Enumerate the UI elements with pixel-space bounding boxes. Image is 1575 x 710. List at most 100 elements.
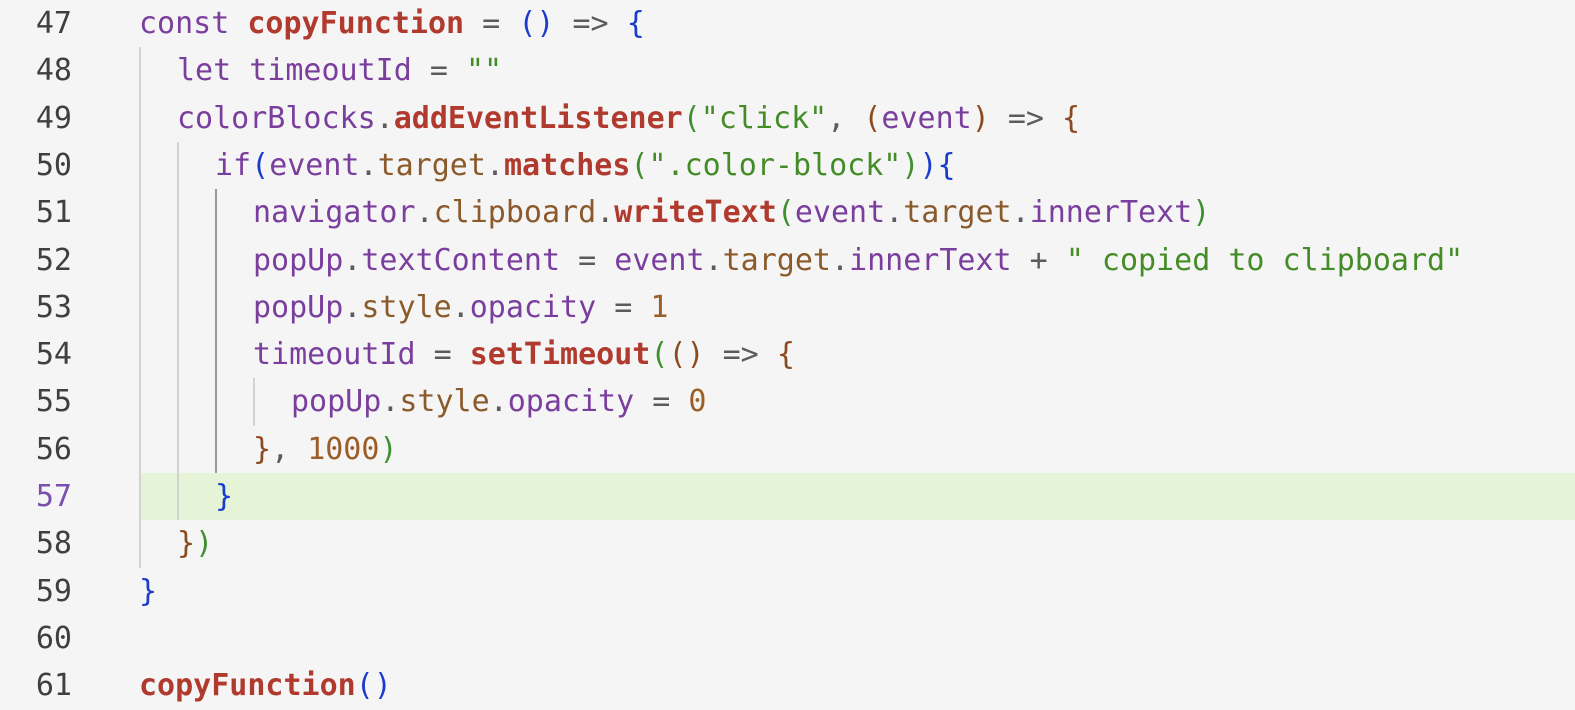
- code-text: if(event.target.matches(".color-block"))…: [215, 142, 956, 189]
- line-number: 61: [35, 668, 72, 704]
- code-token: event: [881, 100, 972, 136]
- code-token: target: [377, 147, 486, 183]
- code-token: "click": [700, 100, 828, 136]
- code-token: addEventListener: [393, 100, 683, 136]
- indent-guide: [253, 378, 255, 426]
- code-line[interactable]: 59}: [0, 568, 1575, 615]
- code-line[interactable]: 49 colorBlocks.addEventListener("click", …: [0, 95, 1575, 142]
- code-token: (: [251, 147, 270, 183]
- code-text: let timeoutId = "": [177, 47, 502, 94]
- code-token: .: [1011, 195, 1030, 231]
- code-line[interactable]: 54 timeoutId = setTimeout(() => {: [0, 331, 1575, 378]
- line-number: 57: [35, 479, 72, 514]
- code-token: =: [415, 337, 470, 373]
- code-token: {: [937, 147, 956, 183]
- code-token: ): [901, 147, 920, 183]
- code-line[interactable]: 61 copyFunction(): [0, 662, 1575, 709]
- code-token: copyFunction: [247, 6, 465, 41]
- code-token: .: [343, 242, 362, 278]
- line-number: 60: [35, 620, 72, 656]
- code-text: popUp.style.opacity = 1: [253, 284, 668, 331]
- code-token: (): [668, 337, 705, 373]
- code-token: event: [269, 147, 360, 183]
- code-token: style: [399, 384, 490, 420]
- code-line[interactable]: 47 const copyFunction = () => {: [0, 0, 1575, 47]
- code-token: timeoutId: [253, 337, 416, 373]
- code-line[interactable]: 56}, 1000): [0, 426, 1575, 473]
- line-number: 49: [35, 100, 72, 136]
- code-line[interactable]: 50 if(event.target.matches(".color-block"…: [0, 142, 1575, 189]
- line-number: 59: [35, 573, 72, 609]
- code-token: navigator: [253, 195, 416, 231]
- code-token: .: [885, 195, 904, 231]
- code-token: =: [596, 289, 651, 325]
- code-token: ".color-block": [648, 147, 902, 183]
- line-number: 51: [35, 195, 72, 231]
- code-token: event: [794, 195, 886, 231]
- code-text: }: [139, 568, 157, 615]
- active-line-highlight: [139, 473, 1575, 521]
- code-token: .: [451, 289, 470, 325]
- line-number: 56: [35, 431, 72, 467]
- code-token: }: [139, 573, 158, 609]
- code-token: .: [485, 147, 504, 183]
- code-line[interactable]: 48 let timeoutId = "": [0, 47, 1575, 94]
- code-line[interactable]: 53 popUp.style.opacity = 1: [0, 284, 1575, 331]
- code-token: {: [626, 6, 645, 41]
- code-line[interactable]: 60: [0, 615, 1575, 662]
- line-number: 54: [35, 337, 72, 373]
- line-number: 58: [35, 526, 72, 562]
- indent-guide: [215, 189, 217, 473]
- code-token: ,: [827, 100, 864, 136]
- code-token: =: [634, 384, 689, 420]
- code-token: "": [466, 53, 503, 89]
- code-token: .: [381, 384, 400, 420]
- line-number: 47: [35, 6, 72, 41]
- code-token: =>: [554, 6, 627, 41]
- code-line[interactable]: 57}: [0, 473, 1575, 521]
- code-token: popUp: [253, 242, 344, 278]
- code-token: .: [359, 147, 378, 183]
- code-token: .: [375, 100, 394, 136]
- code-token: {: [776, 337, 795, 373]
- code-token: popUp: [253, 289, 344, 325]
- indent-guide: [139, 47, 141, 568]
- code-token: .: [704, 242, 723, 278]
- line-number: 55: [35, 384, 72, 420]
- code-token: event: [614, 242, 705, 278]
- code-token: .: [343, 289, 362, 325]
- code-token: =: [411, 53, 466, 89]
- code-token: .: [489, 384, 508, 420]
- code-token: matches: [504, 147, 631, 183]
- code-token: innerText: [849, 242, 1012, 278]
- code-text: colorBlocks.addEventListener("click", (e…: [177, 95, 1080, 142]
- code-token: timeoutId: [249, 53, 412, 89]
- code-token: }: [253, 431, 272, 467]
- code-token: opacity: [507, 384, 635, 420]
- code-line[interactable]: 58}): [0, 520, 1575, 567]
- code-token: clipboard: [433, 195, 597, 231]
- code-token: .: [831, 242, 850, 278]
- code-line[interactable]: 51 navigator.clipboard.writeText(event.ta…: [0, 189, 1575, 236]
- code-token: (: [863, 100, 882, 136]
- code-token: (): [355, 668, 392, 704]
- code-token: (): [518, 6, 555, 41]
- line-number: 52: [35, 242, 72, 278]
- code-token: (: [630, 147, 649, 183]
- code-token: ): [971, 100, 990, 136]
- code-line[interactable]: 52 popUp.textContent = event.target.inner…: [0, 237, 1575, 284]
- code-token: (: [776, 195, 795, 231]
- code-token: popUp: [291, 384, 382, 420]
- code-token: =: [560, 242, 615, 278]
- code-line[interactable]: 55 popUp.style.opacity = 0: [0, 378, 1575, 425]
- code-token: const: [139, 6, 248, 41]
- code-token: =>: [704, 337, 777, 373]
- code-token: (: [650, 337, 669, 373]
- code-token: writeText: [614, 195, 777, 231]
- line-number: 50: [35, 147, 72, 183]
- code-text: popUp.textContent = event.target.innerTe…: [253, 237, 1463, 284]
- code-token: innerText: [1029, 195, 1193, 231]
- code-token: let: [177, 53, 250, 89]
- code-editor[interactable]: 47 const copyFunction = () => {48 let time…: [0, 0, 1575, 710]
- code-token: ): [1192, 195, 1211, 231]
